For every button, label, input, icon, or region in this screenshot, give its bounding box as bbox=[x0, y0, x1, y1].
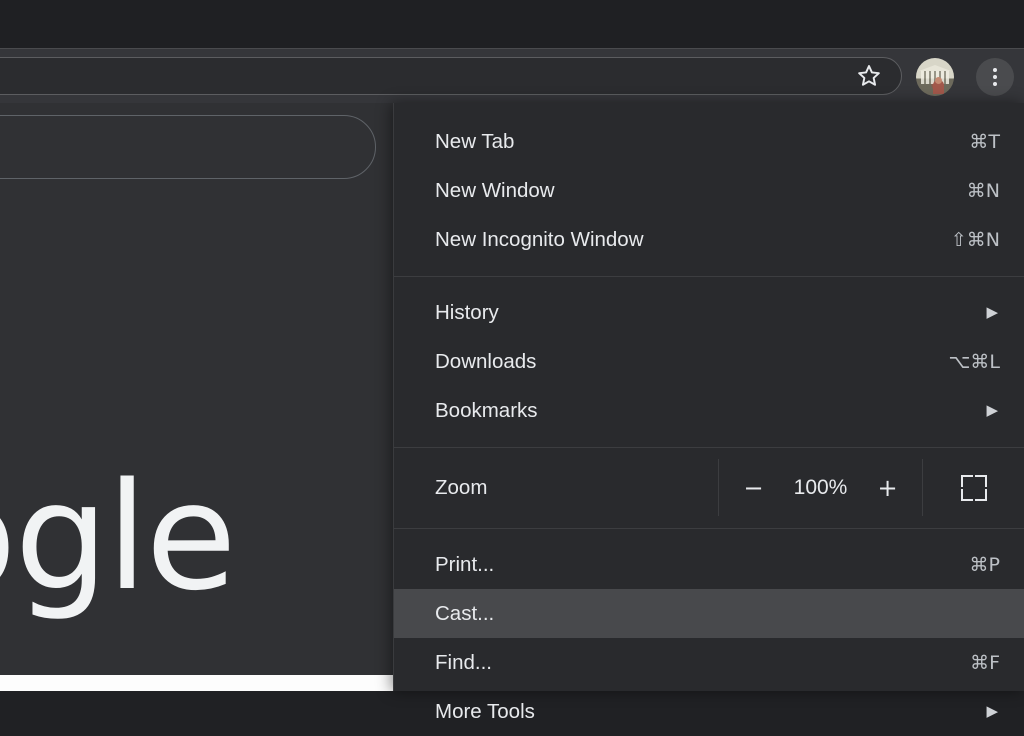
menu-item-history[interactable]: History ▶ bbox=[394, 288, 1024, 337]
menu-separator bbox=[394, 447, 1024, 448]
menu-item-shortcut: ⌘P bbox=[969, 553, 1000, 576]
menu-item-bookmarks[interactable]: Bookmarks ▶ bbox=[394, 386, 1024, 435]
menu-item-label: New Window bbox=[435, 178, 555, 202]
menu-dot bbox=[993, 75, 997, 79]
chevron-right-icon: ▶ bbox=[986, 703, 998, 720]
zoom-out-button[interactable]: − bbox=[741, 476, 767, 500]
menu-item-new-window[interactable]: New Window ⌘N bbox=[394, 166, 1024, 215]
menu-row-zoom: Zoom − 100% + bbox=[394, 459, 1024, 516]
browser-main-menu: New Tab ⌘T New Window ⌘N New Incognito W… bbox=[393, 103, 1024, 723]
menu-group-new: New Tab ⌘T New Window ⌘N New Incognito W… bbox=[394, 117, 1024, 264]
menu-item-label: More Tools bbox=[435, 699, 535, 723]
menu-item-label: Find... bbox=[435, 650, 492, 674]
tab-strip bbox=[0, 0, 1024, 48]
fullscreen-icon bbox=[960, 474, 987, 501]
menu-item-shortcut: ⌘T bbox=[969, 130, 1000, 153]
avatar-person-head bbox=[935, 77, 942, 84]
menu-item-label: Downloads bbox=[435, 349, 537, 373]
zoom-in-button[interactable]: + bbox=[875, 476, 901, 500]
address-bar[interactable] bbox=[0, 57, 902, 95]
zoom-controls: − 100% + bbox=[719, 459, 923, 516]
browser-window: ogle New Tab ⌘T New Window ⌘N New Incogn… bbox=[0, 0, 1024, 723]
menu-dot bbox=[993, 82, 997, 86]
three-dot-menu-icon[interactable] bbox=[976, 58, 1014, 96]
menu-item-label: Cast... bbox=[435, 601, 495, 625]
menu-dot bbox=[993, 68, 997, 72]
menu-item-label: Print... bbox=[435, 552, 495, 576]
bookmark-star-icon[interactable] bbox=[852, 59, 886, 93]
menu-item-label: New Tab bbox=[435, 129, 515, 153]
menu-item-label: History bbox=[435, 300, 499, 324]
menu-group-browsing-data: History ▶ Downloads ⌥⌘L Bookmarks ▶ bbox=[394, 288, 1024, 435]
chevron-right-icon: ▶ bbox=[986, 304, 998, 321]
zoom-level-value: 100% bbox=[793, 475, 848, 499]
menu-separator bbox=[394, 276, 1024, 277]
google-logo: ogle bbox=[0, 451, 237, 623]
chevron-right-icon: ▶ bbox=[986, 402, 998, 419]
zoom-label: Zoom bbox=[394, 459, 719, 516]
menu-item-shortcut: ⌥⌘L bbox=[948, 350, 1000, 373]
avatar[interactable] bbox=[916, 58, 954, 96]
menu-item-shortcut: ⇧⌘N bbox=[950, 228, 1000, 251]
fullscreen-button[interactable] bbox=[923, 459, 1024, 516]
menu-item-label: Bookmarks bbox=[435, 398, 538, 422]
menu-item-downloads[interactable]: Downloads ⌥⌘L bbox=[394, 337, 1024, 386]
menu-item-new-tab[interactable]: New Tab ⌘T bbox=[394, 117, 1024, 166]
menu-item-find[interactable]: Find... ⌘F bbox=[394, 638, 1024, 687]
menu-item-label: New Incognito Window bbox=[435, 227, 644, 251]
menu-item-shortcut: ⌘N bbox=[966, 179, 1000, 202]
menu-group-tools: Print... ⌘P Cast... Find... ⌘F More Tool… bbox=[394, 540, 1024, 736]
menu-separator bbox=[394, 528, 1024, 529]
menu-item-cast[interactable]: Cast... bbox=[394, 589, 1024, 638]
menu-item-shortcut: ⌘F bbox=[970, 651, 1000, 674]
menu-item-more-tools[interactable]: More Tools ▶ bbox=[394, 687, 1024, 736]
menu-item-new-incognito-window[interactable]: New Incognito Window ⇧⌘N bbox=[394, 215, 1024, 264]
menu-item-print[interactable]: Print... ⌘P bbox=[394, 540, 1024, 589]
search-input[interactable] bbox=[0, 115, 376, 179]
